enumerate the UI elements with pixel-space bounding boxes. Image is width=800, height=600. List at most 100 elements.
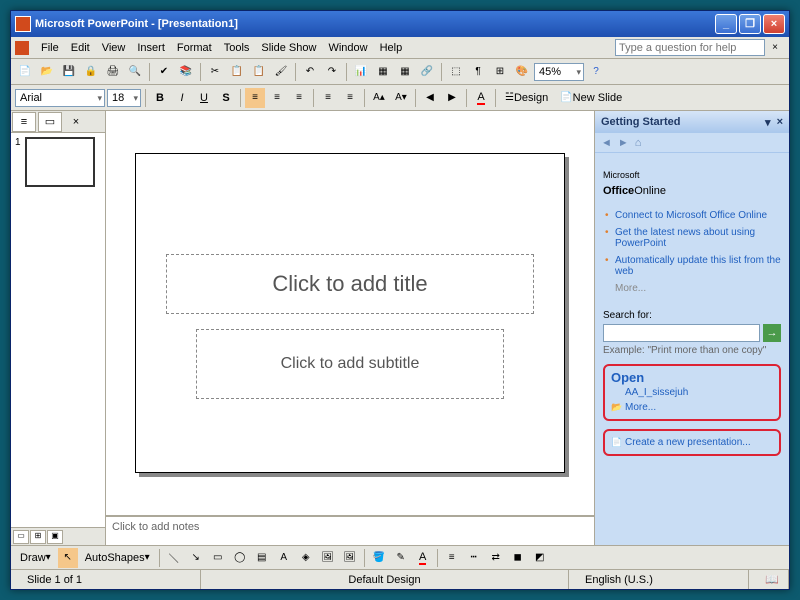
permission-icon[interactable]: 🔒 xyxy=(81,62,101,82)
hyperlink-icon[interactable]: 🔗 xyxy=(417,62,437,82)
status-spell-icon[interactable]: 📖 xyxy=(749,570,789,589)
notes-pane[interactable]: Click to add notes xyxy=(106,517,594,545)
tp-more-link[interactable]: More... xyxy=(603,280,781,304)
zoom-combo[interactable]: 45% xyxy=(534,63,584,81)
fill-color-icon[interactable]: 🪣 xyxy=(369,548,389,568)
table-icon[interactable]: ▦ xyxy=(373,62,393,82)
arrow-icon[interactable]: ↘ xyxy=(186,548,206,568)
menu-tools[interactable]: Tools xyxy=(218,40,256,56)
menu-edit[interactable]: Edit xyxy=(65,40,96,56)
3d-style-icon[interactable]: ◩ xyxy=(530,548,550,568)
design-button[interactable]: ☱ Design xyxy=(500,88,553,108)
picture-icon[interactable]: 🖼 xyxy=(340,548,360,568)
slide-canvas[interactable]: Click to add title Click to add subtitle xyxy=(106,111,594,517)
new-slide-button[interactable]: 📄 New Slide xyxy=(555,88,627,108)
clipart-icon[interactable]: 🖼 xyxy=(318,548,338,568)
shadow-button[interactable]: S xyxy=(216,88,236,108)
autoshapes-menu[interactable]: AutoShapes ▾ xyxy=(80,548,155,568)
underline-button[interactable]: U xyxy=(194,88,214,108)
cut-icon[interactable]: ✂ xyxy=(205,62,225,82)
decrease-indent-icon[interactable]: ◀ xyxy=(420,88,440,108)
grid-icon[interactable]: ⊞ xyxy=(490,62,510,82)
font-name-combo[interactable]: Arial xyxy=(15,89,105,107)
spellcheck-icon[interactable]: ✔ xyxy=(154,62,174,82)
font-color-draw-icon[interactable]: A xyxy=(413,548,433,568)
help-icon[interactable]: ? xyxy=(586,62,606,82)
shadow-style-icon[interactable]: ◼ xyxy=(508,548,528,568)
slide-thumbnail[interactable]: 1 xyxy=(15,137,101,187)
format-painter-icon[interactable]: 🖌 xyxy=(271,62,291,82)
save-icon[interactable]: 💾 xyxy=(59,62,79,82)
tp-link-connect[interactable]: Connect to Microsoft Office Online xyxy=(603,207,781,224)
increase-indent-icon[interactable]: ▶ xyxy=(442,88,462,108)
subtitle-placeholder[interactable]: Click to add subtitle xyxy=(196,329,504,399)
diagram-icon[interactable]: ◈ xyxy=(296,548,316,568)
taskpane-close-button[interactable]: × xyxy=(777,116,783,128)
title-placeholder[interactable]: Click to add title xyxy=(166,254,534,314)
paste-icon[interactable]: 📋 xyxy=(249,62,269,82)
copy-icon[interactable]: 📋 xyxy=(227,62,247,82)
chart-icon[interactable]: 📊 xyxy=(351,62,371,82)
outline-tab[interactable]: ≡ xyxy=(12,112,36,132)
close-pane-button[interactable]: × xyxy=(64,112,88,132)
oval-icon[interactable]: ◯ xyxy=(230,548,250,568)
expand-icon[interactable]: ⬚ xyxy=(446,62,466,82)
search-go-button[interactable]: → xyxy=(763,324,781,342)
redo-icon[interactable]: ↷ xyxy=(322,62,342,82)
menu-window[interactable]: Window xyxy=(322,40,373,56)
slides-tab[interactable]: ▭ xyxy=(38,112,62,132)
draw-menu[interactable]: Draw ▾ xyxy=(15,548,56,568)
select-icon[interactable]: ↖ xyxy=(58,548,78,568)
menu-file[interactable]: File xyxy=(35,40,65,56)
bullets-icon[interactable]: ≡ xyxy=(340,88,360,108)
numbering-icon[interactable]: ≡ xyxy=(318,88,338,108)
font-color-icon[interactable]: A xyxy=(471,88,491,108)
home-icon[interactable]: ⌂ xyxy=(635,137,642,149)
menu-insert[interactable]: Insert xyxy=(131,40,171,56)
font-size-combo[interactable]: 18 xyxy=(107,89,141,107)
show-formatting-icon[interactable]: ¶ xyxy=(468,62,488,82)
color-icon[interactable]: 🎨 xyxy=(512,62,532,82)
search-input[interactable] xyxy=(603,324,760,342)
menu-slideshow[interactable]: Slide Show xyxy=(255,40,322,56)
close-button[interactable]: × xyxy=(763,14,785,34)
align-center-icon[interactable]: ≡ xyxy=(267,88,287,108)
create-presentation-link[interactable]: Create a new presentation... xyxy=(611,435,773,450)
align-left-icon[interactable]: ≡ xyxy=(245,88,265,108)
print-icon[interactable]: 🖨 xyxy=(103,62,123,82)
tp-link-news[interactable]: Get the latest news about using PowerPoi… xyxy=(603,224,781,252)
forward-icon[interactable]: ► xyxy=(618,137,629,149)
bold-button[interactable]: B xyxy=(150,88,170,108)
dash-style-icon[interactable]: ┅ xyxy=(464,548,484,568)
arrow-style-icon[interactable]: ⇄ xyxy=(486,548,506,568)
menu-help[interactable]: Help xyxy=(374,40,409,56)
menu-format[interactable]: Format xyxy=(171,40,218,56)
minimize-button[interactable]: _ xyxy=(715,14,737,34)
slideshow-view-button[interactable]: ▣ xyxy=(47,530,63,544)
tables-borders-icon[interactable]: ▦ xyxy=(395,62,415,82)
tp-link-update[interactable]: Automatically update this list from the … xyxy=(603,252,781,280)
preview-icon[interactable]: 🔍 xyxy=(125,62,145,82)
open-icon[interactable]: 📂 xyxy=(37,62,57,82)
line-color-icon[interactable]: ✎ xyxy=(391,548,411,568)
status-language[interactable]: English (U.S.) xyxy=(569,570,749,589)
line-icon[interactable]: ＼ xyxy=(164,548,184,568)
increase-font-icon[interactable]: A▴ xyxy=(369,88,389,108)
maximize-button[interactable]: ❐ xyxy=(739,14,761,34)
align-right-icon[interactable]: ≡ xyxy=(289,88,309,108)
new-icon[interactable]: 📄 xyxy=(15,62,35,82)
help-search-input[interactable] xyxy=(615,39,765,56)
back-icon[interactable]: ◄ xyxy=(601,137,612,149)
taskpane-dropdown-icon[interactable]: ▾ xyxy=(765,116,771,129)
sorter-view-button[interactable]: ⊞ xyxy=(30,530,46,544)
open-more-link[interactable]: More... xyxy=(611,400,773,415)
decrease-font-icon[interactable]: A▾ xyxy=(391,88,411,108)
italic-button[interactable]: I xyxy=(172,88,192,108)
undo-icon[interactable]: ↶ xyxy=(300,62,320,82)
wordart-icon[interactable]: A xyxy=(274,548,294,568)
textbox-icon[interactable]: ▤ xyxy=(252,548,272,568)
research-icon[interactable]: 📚 xyxy=(176,62,196,82)
normal-view-button[interactable]: ▭ xyxy=(13,530,29,544)
rectangle-icon[interactable]: ▭ xyxy=(208,548,228,568)
line-style-icon[interactable]: ≡ xyxy=(442,548,462,568)
